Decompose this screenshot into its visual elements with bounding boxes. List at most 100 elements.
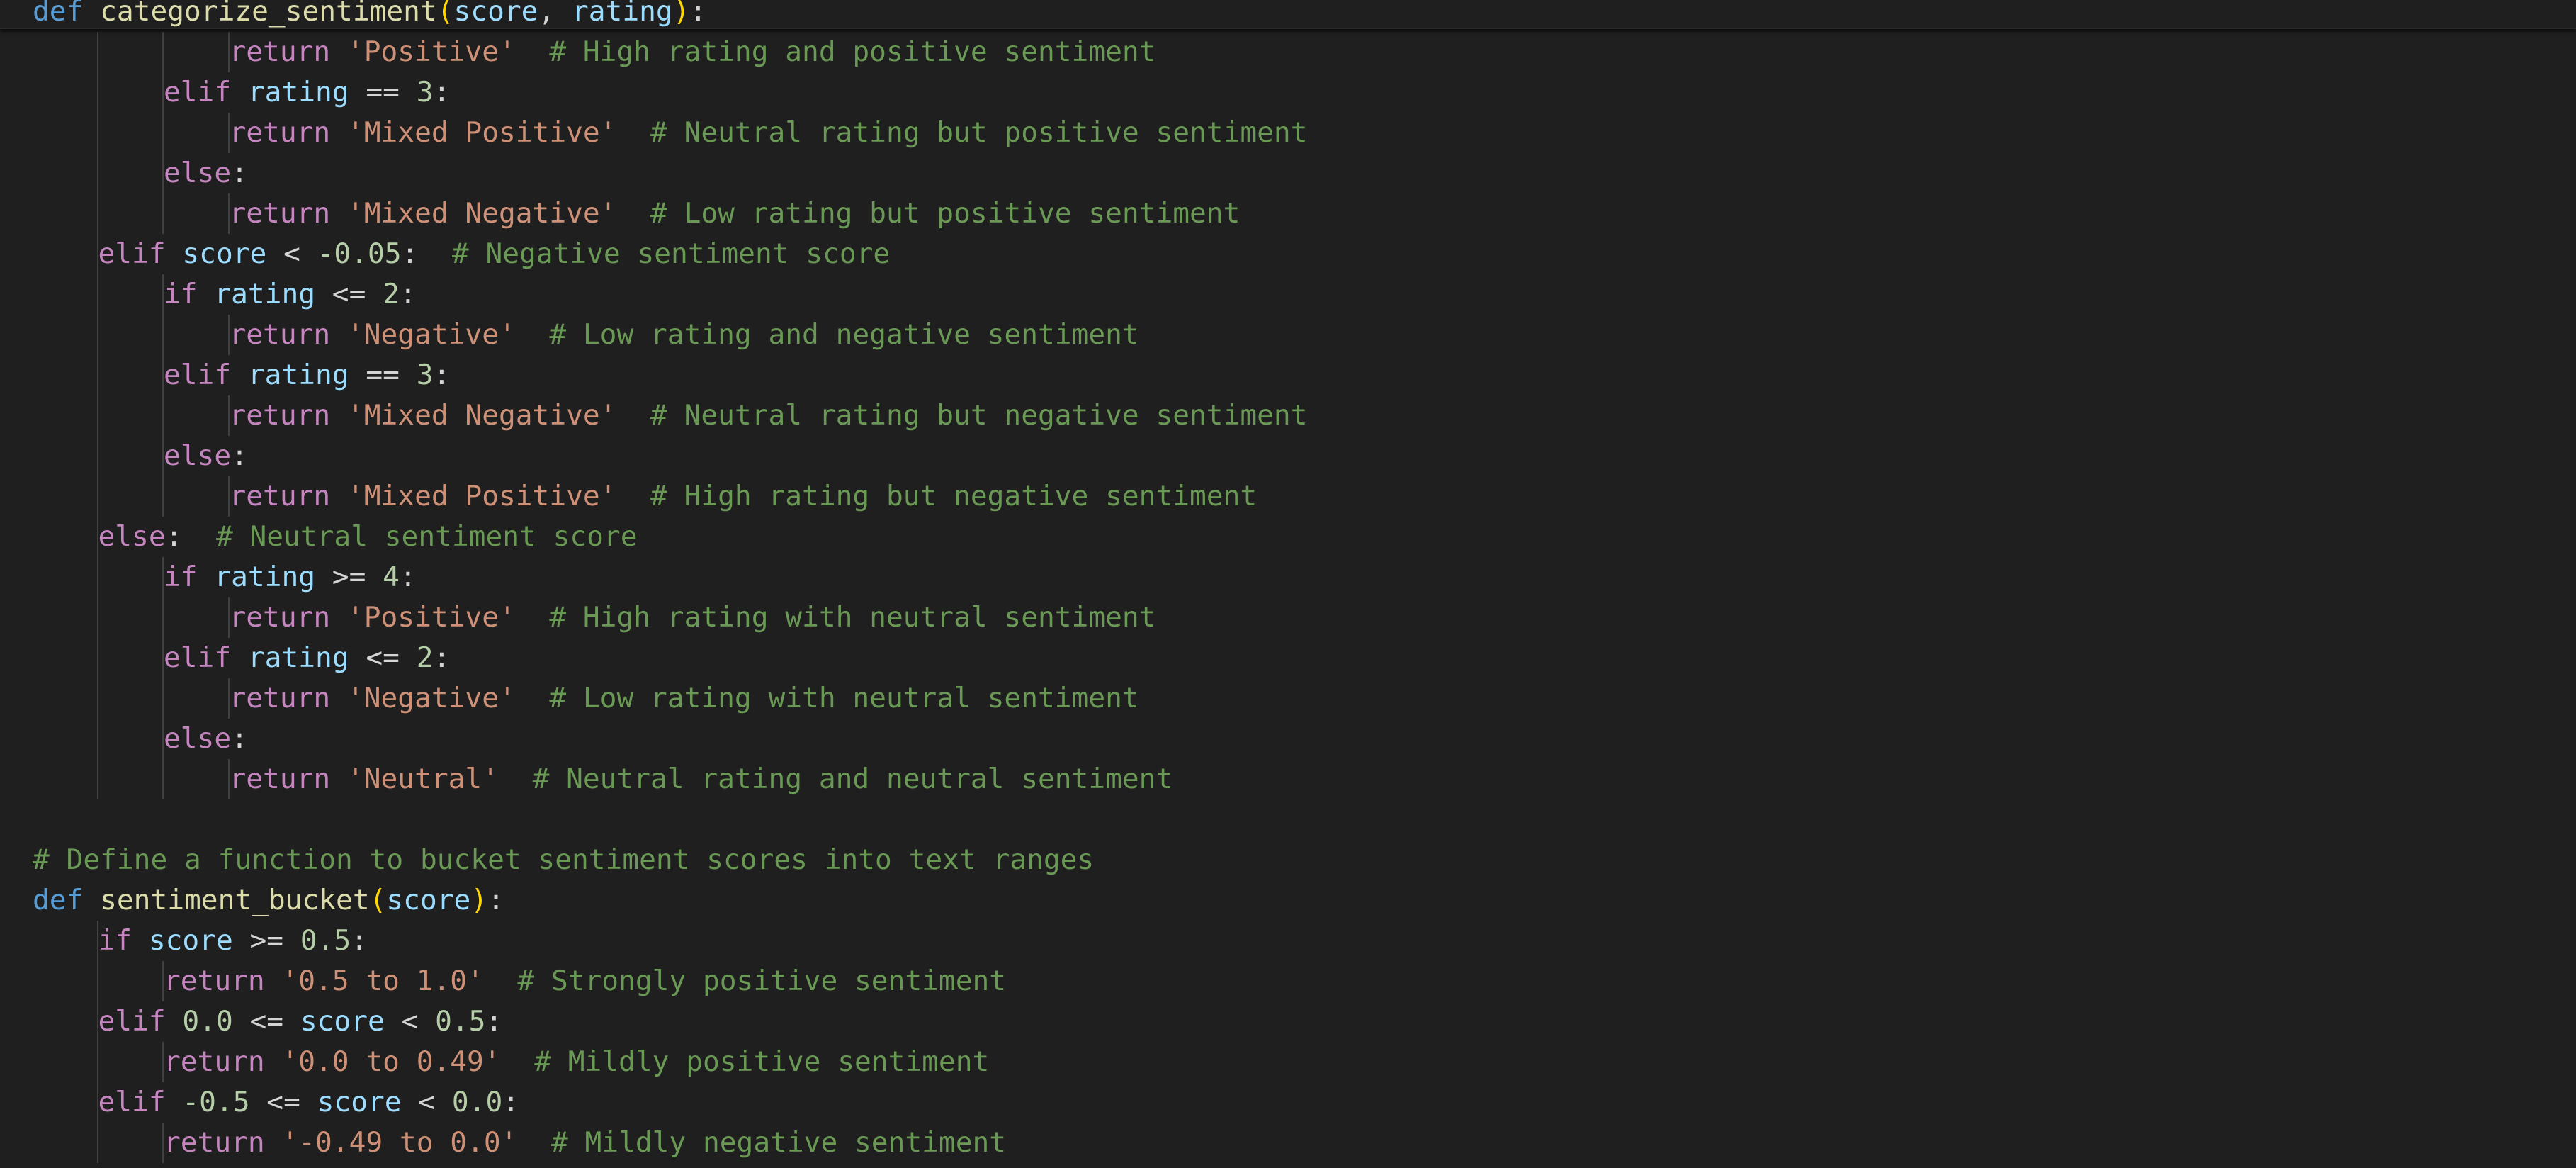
code-line[interactable]: elif score < -0.05: # Negative sentiment… bbox=[0, 234, 2576, 274]
control-keyword-token: return bbox=[229, 480, 331, 512]
number-token: 3 bbox=[416, 76, 434, 108]
code-line[interactable]: elif 0.0 <= score < 0.5: bbox=[0, 1001, 2576, 1042]
string-token: 'Mixed Negative' bbox=[346, 197, 617, 230]
code-line[interactable]: return 'Mixed Negative' # Neutral rating… bbox=[0, 395, 2576, 436]
code-line[interactable]: else: bbox=[0, 153, 2576, 193]
indent-guide bbox=[96, 1123, 98, 1163]
code-line[interactable]: else: # Neutral sentiment score bbox=[0, 517, 2576, 557]
code-content: # Define a function to bucket sentiment … bbox=[33, 840, 1094, 880]
control-keyword-token: elif bbox=[98, 237, 166, 270]
code-line[interactable]: if rating >= 4: bbox=[0, 557, 2576, 597]
variable-token: rating bbox=[247, 641, 349, 674]
keyword-token: def bbox=[33, 884, 84, 916]
code-token: : bbox=[401, 237, 452, 270]
string-token: '0.0 to 0.49' bbox=[281, 1045, 501, 1078]
code-content: return '0.0 to 0.49' # Mildly positive s… bbox=[164, 1042, 989, 1082]
code-token: : bbox=[485, 1005, 503, 1038]
control-keyword-token: return bbox=[229, 116, 331, 149]
comment-token: # High rating and positive sentiment bbox=[549, 35, 1156, 68]
code-line[interactable]: return '0.0 to 0.49' # Mildly positive s… bbox=[0, 1042, 2576, 1082]
indent-guide bbox=[162, 395, 164, 436]
code-token: : bbox=[433, 641, 451, 674]
code-content: elif score < -0.05: # Negative sentiment… bbox=[98, 234, 891, 274]
indent-guide bbox=[96, 153, 98, 193]
control-keyword-token: return bbox=[229, 197, 331, 230]
code-line[interactable]: # Define a function to bucket sentiment … bbox=[0, 840, 2576, 880]
control-keyword-token: return bbox=[229, 35, 331, 68]
bracket-token: ) bbox=[470, 884, 488, 916]
code-line[interactable]: return 'Mixed Positive' # High rating bu… bbox=[0, 476, 2576, 517]
code-content: return '0.5 to 1.0' # Strongly positive … bbox=[164, 961, 1006, 1001]
code-line[interactable]: elif rating <= 2: bbox=[0, 638, 2576, 678]
control-keyword-token: elif bbox=[98, 1086, 166, 1118]
control-keyword-token: return bbox=[164, 1126, 265, 1159]
comment-token: # Strongly positive sentiment bbox=[517, 965, 1007, 997]
code-content: return 'Mixed Positive' # High rating bu… bbox=[230, 476, 1258, 517]
variable-token: rating bbox=[247, 359, 349, 391]
code-line[interactable]: return 'Negative' # Low rating with neut… bbox=[0, 678, 2576, 719]
control-keyword-token: return bbox=[229, 318, 331, 351]
comment-token: # Define a function to bucket sentiment … bbox=[33, 843, 1095, 876]
indent-guide bbox=[162, 193, 164, 234]
comment-token: # Neutral rating but positive sentiment bbox=[650, 116, 1308, 149]
sticky-code-content: def categorize_sentiment(score, rating): bbox=[33, 0, 706, 32]
indent-guide bbox=[96, 395, 98, 436]
string-token: 'Positive' bbox=[346, 35, 516, 68]
code-line[interactable]: return '-0.49 to 0.0' # Mildly negative … bbox=[0, 1123, 2576, 1163]
code-token: >= bbox=[315, 561, 383, 593]
code-content: else: # Neutral sentiment score bbox=[98, 517, 638, 557]
code-line[interactable]: if score >= 0.5: bbox=[0, 921, 2576, 961]
code-line[interactable]: def sentiment_bucket(score): bbox=[0, 880, 2576, 921]
code-token: <= bbox=[249, 1086, 317, 1118]
indent-guide bbox=[162, 759, 164, 799]
code-token: : bbox=[165, 520, 216, 553]
comment-token: # Mildly positive sentiment bbox=[534, 1045, 990, 1078]
number-token: 0.5 bbox=[435, 1005, 486, 1038]
code-editor[interactable]: def categorize_sentiment(score, rating):… bbox=[0, 0, 2576, 1168]
control-keyword-token: if bbox=[164, 561, 198, 593]
string-token: 'Neutral' bbox=[346, 763, 499, 795]
code-line[interactable]: return '0.5 to 1.0' # Strongly positive … bbox=[0, 961, 2576, 1001]
code-line[interactable]: if rating <= 2: bbox=[0, 274, 2576, 315]
code-line[interactable]: return 'Neutral' # Neutral rating and ne… bbox=[0, 759, 2576, 799]
code-token: : bbox=[433, 359, 451, 391]
code-line[interactable]: else: bbox=[0, 436, 2576, 476]
indent-guide bbox=[162, 597, 164, 638]
code-line[interactable]: return 'Negative' # Low rating and negat… bbox=[0, 315, 2576, 355]
code-line[interactable]: return 'Mixed Negative' # Low rating but… bbox=[0, 193, 2576, 234]
number-token: -0.05 bbox=[317, 237, 402, 270]
code-line[interactable]: elif rating == 3: bbox=[0, 72, 2576, 113]
code-content: return 'Negative' # Low rating with neut… bbox=[230, 678, 1139, 719]
code-line[interactable]: elif -0.5 <= score < 0.0: bbox=[0, 1082, 2576, 1123]
control-keyword-token: elif bbox=[164, 641, 232, 674]
code-line[interactable]: else: bbox=[0, 719, 2576, 759]
string-token: 'Positive' bbox=[346, 601, 516, 634]
comment-token: # Low rating and negative sentiment bbox=[549, 318, 1139, 351]
control-keyword-token: else bbox=[164, 439, 232, 472]
variable-token: score bbox=[386, 884, 471, 916]
string-token: 'Negative' bbox=[346, 682, 516, 714]
sticky-scroll-header[interactable]: def categorize_sentiment(score, rating): bbox=[0, 0, 2576, 29]
code-line[interactable]: return 'Positive' # High rating and posi… bbox=[0, 32, 2576, 72]
code-line[interactable]: elif rating == 3: bbox=[0, 355, 2576, 395]
code-token: == bbox=[349, 359, 417, 391]
code-line[interactable]: return 'Positive' # High rating with neu… bbox=[0, 597, 2576, 638]
code-line[interactable] bbox=[0, 799, 2576, 840]
code-token: <= bbox=[315, 278, 383, 310]
control-keyword-token: if bbox=[164, 278, 198, 310]
code-line[interactable]: return 'Mixed Positive' # Neutral rating… bbox=[0, 113, 2576, 153]
comment-token: # High rating with neutral sentiment bbox=[549, 601, 1156, 634]
